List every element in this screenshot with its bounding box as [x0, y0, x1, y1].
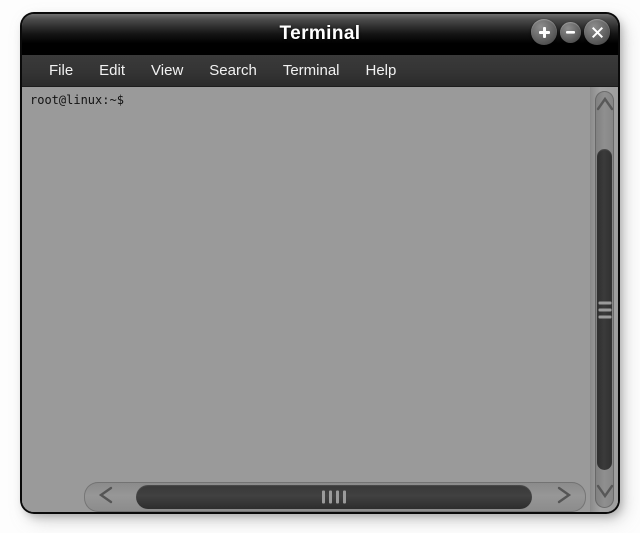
- chevron-down-icon: [596, 483, 614, 504]
- menu-item-terminal[interactable]: Terminal: [270, 59, 353, 83]
- window-body: root@linux:~$: [22, 87, 618, 512]
- maximize-button[interactable]: [531, 19, 557, 45]
- close-icon: [590, 25, 605, 40]
- terminal-screen[interactable]: root@linux:~$: [22, 87, 590, 512]
- menu-item-file[interactable]: File: [36, 59, 86, 83]
- horizontal-scrollbar-thumb[interactable]: [136, 485, 532, 509]
- window-title: Terminal: [279, 23, 361, 44]
- chevron-right-icon: [554, 485, 574, 510]
- window-titlebar[interactable]: Terminal: [22, 14, 618, 55]
- vertical-scrollbar-thumb[interactable]: [597, 149, 612, 470]
- terminal-window: Terminal File Edit View Search Terminal …: [22, 14, 618, 512]
- scroll-down-button[interactable]: [595, 478, 614, 508]
- window-controls: [531, 19, 610, 45]
- menu-item-search[interactable]: Search: [196, 59, 270, 83]
- grip-vertical-icon: [322, 490, 346, 504]
- menubar: File Edit View Search Terminal Help: [22, 55, 618, 87]
- chevron-left-icon: [96, 485, 116, 510]
- desktop-background: Terminal File Edit View Search Terminal …: [0, 0, 640, 533]
- horizontal-scrollbar[interactable]: [84, 482, 586, 512]
- vertical-scrollbar-track[interactable]: [595, 91, 614, 508]
- terminal-prompt: root@linux:~$: [30, 93, 124, 107]
- minus-icon: [564, 26, 577, 39]
- grip-horizontal-icon: [598, 301, 611, 318]
- scroll-left-button[interactable]: [84, 482, 128, 512]
- plus-icon: [537, 25, 552, 40]
- vertical-scrollbar[interactable]: [590, 87, 618, 512]
- menu-item-view[interactable]: View: [138, 59, 196, 83]
- minimize-button[interactable]: [560, 21, 581, 43]
- menu-item-help[interactable]: Help: [353, 59, 410, 83]
- menu-item-edit[interactable]: Edit: [86, 59, 138, 83]
- scroll-up-button[interactable]: [595, 91, 614, 121]
- close-button[interactable]: [584, 19, 610, 45]
- scroll-right-button[interactable]: [542, 482, 586, 512]
- chevron-up-icon: [596, 96, 614, 117]
